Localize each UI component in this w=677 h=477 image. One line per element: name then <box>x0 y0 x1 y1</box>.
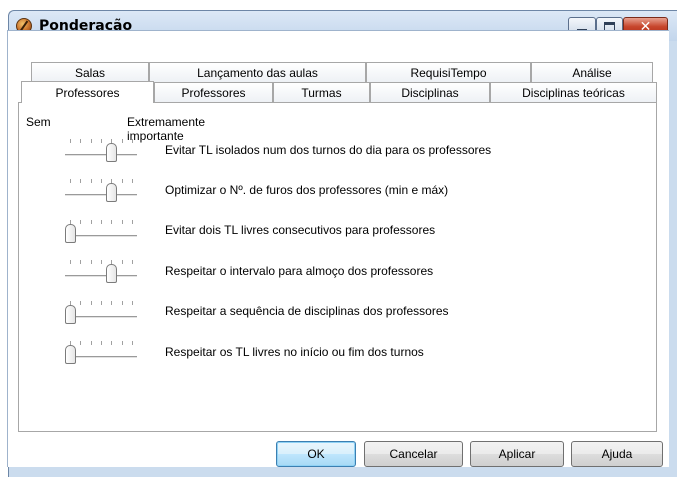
slider-tick <box>80 139 82 143</box>
slider-tick <box>111 341 113 345</box>
criterion-slider[interactable] <box>65 299 137 329</box>
slider-thumb[interactable] <box>105 264 117 283</box>
tab-lancamento-das-aulas[interactable]: Lançamento das aulas <box>149 62 366 82</box>
criterion-slider[interactable] <box>65 258 137 288</box>
slider-track <box>65 275 137 278</box>
slider-tick <box>101 260 102 264</box>
slider-tick <box>132 179 133 183</box>
tab-disciplinas[interactable]: Disciplinas <box>370 82 490 102</box>
criterion-label: Respeitar os TL livres no início ou fim … <box>165 345 424 359</box>
scale-min-label: Sem <box>26 115 51 129</box>
apply-button[interactable]: Aplicar <box>470 441 564 467</box>
slider-tick <box>121 139 123 143</box>
slider-tick <box>121 260 123 264</box>
slider-tick <box>70 260 71 264</box>
slider-track <box>65 154 137 157</box>
criterion-label: Optimizar o Nº. de furos dos professores… <box>165 183 449 197</box>
slider-thumb[interactable] <box>65 224 76 243</box>
slider-tick <box>101 341 102 345</box>
criterion-label: Respeitar a sequência de disciplinas dos… <box>165 304 449 318</box>
slider-thumb[interactable] <box>105 143 117 162</box>
slider-tick <box>132 220 133 224</box>
slider-tick <box>111 301 113 305</box>
slider-tick <box>101 220 102 224</box>
criterion-slider[interactable] <box>65 218 137 248</box>
scale-max-label: Extremamente importante <box>127 115 206 143</box>
cancel-button[interactable]: Cancelar <box>364 441 463 467</box>
slider-tick <box>111 220 113 224</box>
slider-tick <box>101 139 102 143</box>
slider-tick <box>80 220 82 224</box>
criterion-slider[interactable] <box>65 177 137 207</box>
slider-tick <box>132 139 133 143</box>
slider-tick <box>90 179 92 183</box>
slider-tick <box>101 179 102 183</box>
tab-professores-active[interactable]: Professores <box>21 81 154 103</box>
slider-tick <box>132 301 133 305</box>
tab-disciplinas-teoricas[interactable]: Disciplinas teóricas <box>490 82 657 102</box>
slider-tick <box>90 301 92 305</box>
tab-turmas[interactable]: Turmas <box>273 82 370 102</box>
tab-requisitempo[interactable]: RequisiTempo <box>366 62 531 82</box>
slider-thumb[interactable] <box>105 183 117 202</box>
criterion-label: Evitar dois TL livres consecutivos para … <box>165 223 436 237</box>
slider-tick <box>132 260 133 264</box>
slider-tick <box>80 179 82 183</box>
slider-tick <box>80 260 82 264</box>
slider-tick <box>121 341 123 345</box>
slider-thumb[interactable] <box>65 345 76 364</box>
criterion-label: Respeitar o intervalo para almoço dos pr… <box>165 264 434 278</box>
tab-analise[interactable]: Análise <box>531 62 653 82</box>
slider-tick <box>90 139 92 143</box>
slider-tick <box>101 301 102 305</box>
slider-thumb[interactable] <box>65 305 76 324</box>
tab-salas[interactable]: Salas <box>31 62 149 82</box>
criterion-label: Evitar TL isolados num dos turnos do dia… <box>165 143 492 157</box>
slider-tick <box>70 179 71 183</box>
tab-professores[interactable]: Professores <box>154 82 273 102</box>
criterion-slider[interactable] <box>65 137 137 167</box>
slider-tick <box>70 139 71 143</box>
slider-tick <box>90 220 92 224</box>
slider-tick <box>121 179 123 183</box>
slider-tick <box>121 220 123 224</box>
slider-tick <box>121 301 123 305</box>
slider-tick <box>132 341 133 345</box>
slider-track <box>65 194 137 197</box>
slider-tick <box>90 341 92 345</box>
slider-tick <box>80 301 82 305</box>
help-button[interactable]: Ajuda <box>571 441 663 467</box>
slider-tick <box>80 341 82 345</box>
criterion-slider[interactable] <box>65 339 137 369</box>
slider-tick <box>90 260 92 264</box>
ok-button[interactable]: OK <box>276 441 356 467</box>
